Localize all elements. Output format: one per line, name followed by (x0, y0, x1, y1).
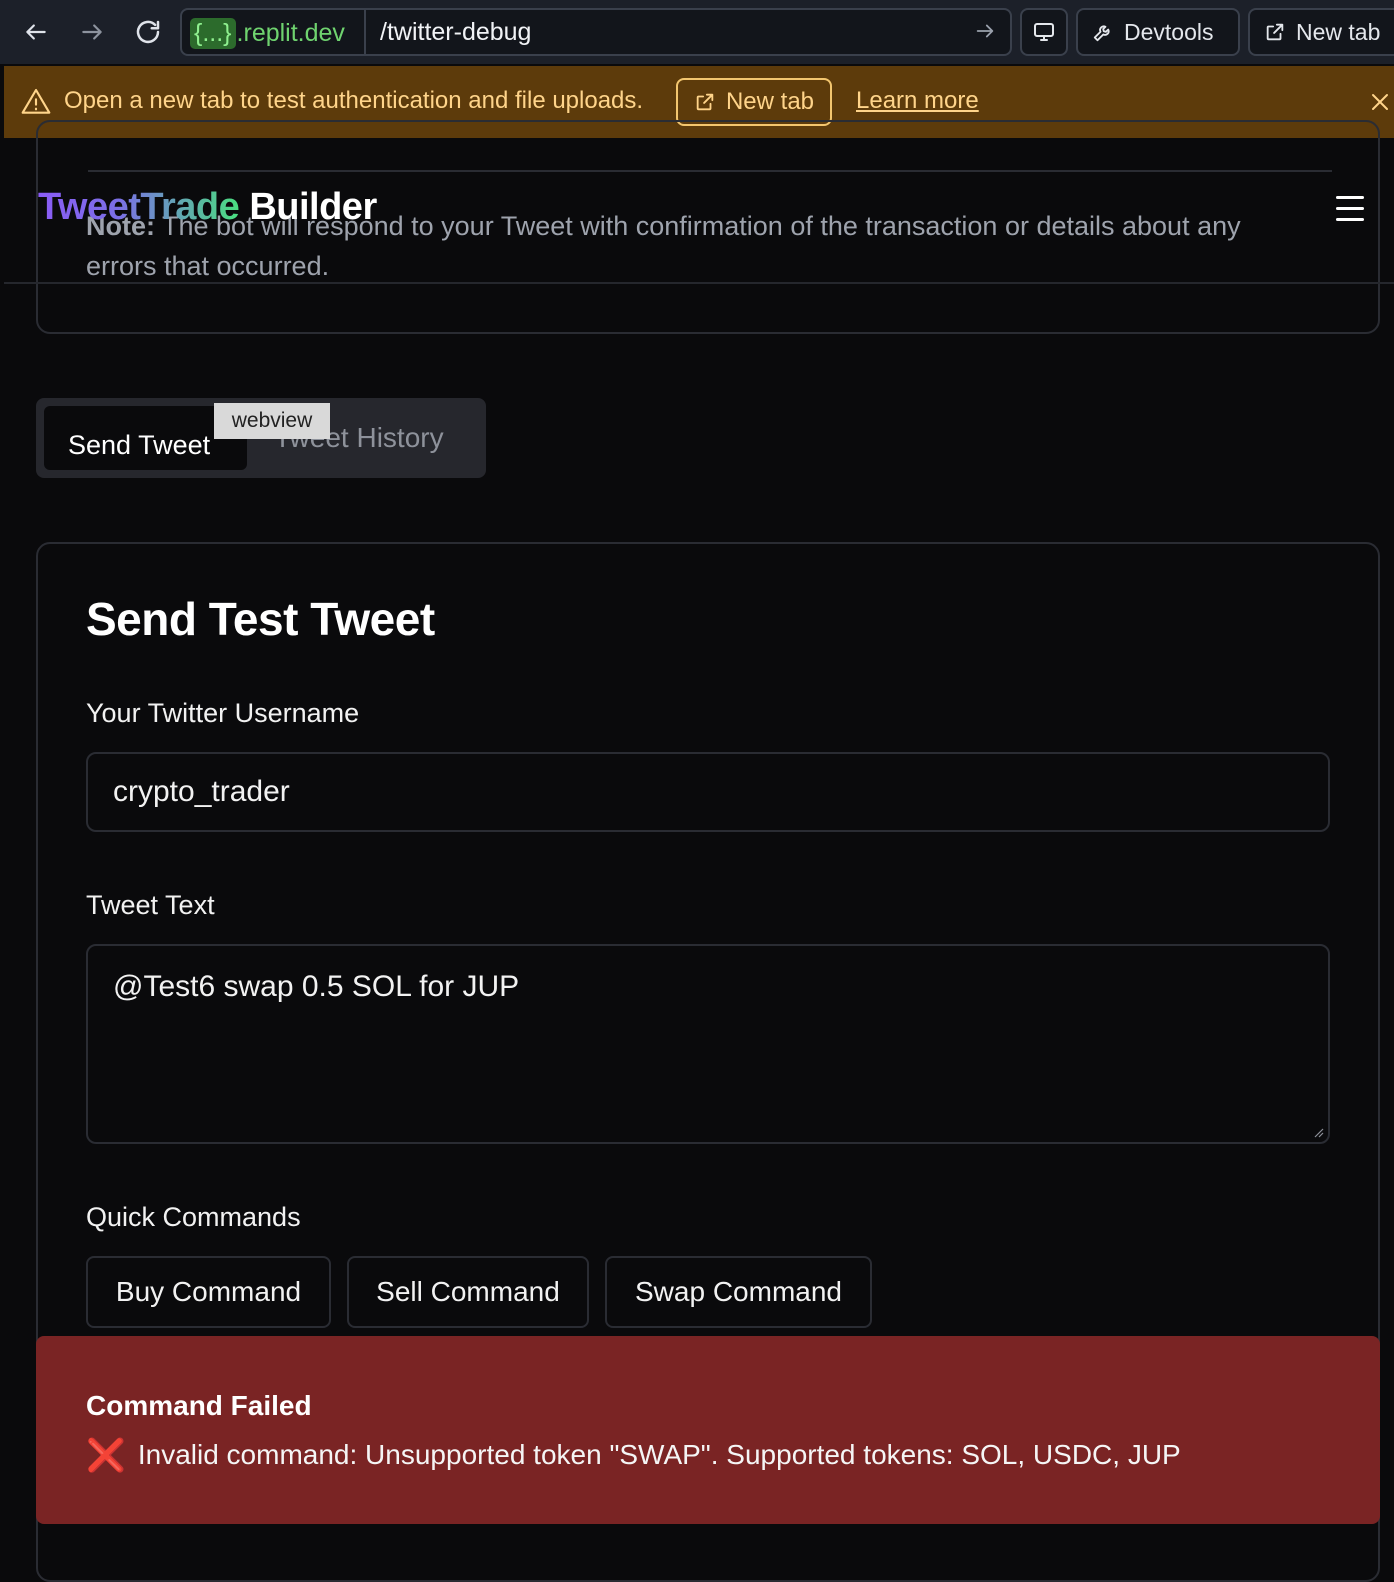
sell-command-button[interactable]: Sell Command (347, 1256, 589, 1328)
devtools-button[interactable]: Devtools (1076, 8, 1240, 56)
quick-commands-label: Quick Commands (86, 1202, 301, 1232)
reload-button[interactable] (128, 12, 168, 52)
logo-plain-text: Builder (239, 186, 377, 228)
logo-gradient-text: TweetTrade (38, 186, 240, 228)
url-host-text: .replit.dev (236, 18, 345, 47)
tweet-text-textarea[interactable]: @Test6 swap 0.5 SOL for JUP (86, 944, 1330, 1144)
address-bar[interactable]: {...} .replit.dev /twitter-debug (180, 8, 1012, 56)
menu-button[interactable] (1336, 196, 1364, 222)
error-toast: Command Failed ❌ Invalid command: Unsupp… (36, 1336, 1380, 1524)
toast-title: Command Failed (86, 1390, 312, 1421)
cross-icon: ❌ (86, 1437, 126, 1473)
close-icon (1372, 94, 1388, 110)
hamburger-icon (1336, 196, 1364, 199)
app-header: TweetTrade Builder (4, 138, 1394, 284)
url-badge: {...} (190, 17, 236, 49)
external-link-icon (696, 93, 714, 111)
url-separator (364, 10, 366, 54)
app-logo[interactable]: TweetTrade Builder (38, 186, 377, 229)
buy-command-button[interactable]: Buy Command (86, 1256, 331, 1328)
warning-icon (21, 88, 51, 114)
wrench-icon (1093, 25, 1110, 42)
banner-message: Open a new tab to test authentication an… (64, 87, 644, 114)
hamburger-line (1336, 218, 1364, 221)
banner-close-button[interactable] (1368, 90, 1392, 119)
back-button[interactable] (16, 12, 56, 52)
username-label: Your Twitter Username (86, 698, 360, 728)
arrow-right-icon (82, 24, 102, 40)
hamburger-line (1336, 207, 1364, 210)
monitor-icon (1034, 23, 1054, 41)
devtools-label: Devtools (1124, 18, 1214, 45)
device-preview-button[interactable] (1020, 8, 1068, 56)
go-button[interactable] (974, 20, 996, 47)
open-new-tab-button[interactable]: New tab (1248, 8, 1394, 56)
tweet-text-label: Tweet Text (86, 890, 215, 920)
arrow-left-icon (26, 24, 46, 40)
reload-icon (136, 20, 160, 44)
arrow-right-icon (976, 24, 994, 38)
browser-toolbar: {...} .replit.dev /twitter-debug Devtools… (0, 0, 1394, 64)
webview-tooltip: webview (214, 403, 330, 439)
resize-handle-icon[interactable] (1312, 1126, 1324, 1138)
learn-more-link[interactable]: Learn more (856, 87, 979, 115)
toast-message-text: Invalid command: Unsupported token "SWAP… (137, 1439, 1181, 1470)
username-input[interactable]: crypto_trader (86, 752, 1330, 832)
external-link-icon (1266, 23, 1284, 41)
new-tab-label: New tab (1296, 18, 1381, 45)
swap-command-button[interactable]: Swap Command (605, 1256, 872, 1328)
tweet-text-value: @Test6 swap 0.5 SOL for JUP (113, 970, 520, 1003)
forward-button[interactable] (72, 12, 112, 52)
page-title: Send Test Tweet (86, 593, 435, 645)
url-path[interactable]: /twitter-debug (380, 18, 531, 47)
url-host: {...} .replit.dev (190, 16, 360, 50)
banner-new-tab-label: New tab (725, 88, 815, 115)
toast-message: ❌ Invalid command: Unsupported token "SW… (86, 1436, 1181, 1474)
banner-new-tab-button[interactable]: New tab (676, 78, 832, 126)
